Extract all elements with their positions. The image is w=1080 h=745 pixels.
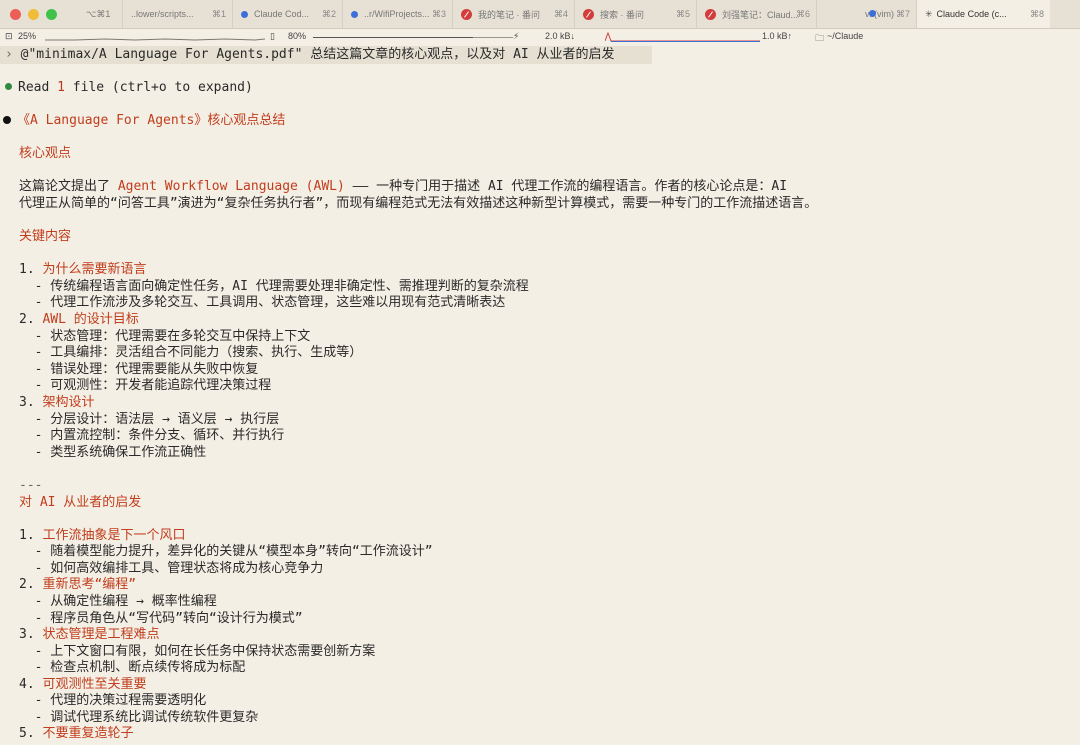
activity-dot-icon: [241, 10, 248, 18]
user-prompt: › @"minimax/A Language For Agents.pdf" 总…: [5, 47, 615, 62]
cpu-icon: ⊡: [5, 31, 13, 41]
key-item-2: 2. AWL 的设计目标: [19, 312, 139, 327]
intro-line-1: 这篇论文提出了 Agent Workflow Language (AWL) ——…: [19, 179, 788, 194]
tab-bar: ⌥⌘1 ..lower/scripts... ⌘1 Claude Cod... …: [0, 0, 1080, 29]
list-item: - 检查点机制、断点续传将成为标配: [19, 660, 246, 675]
tab-vim[interactable]: vi (vim) ⌘7: [817, 0, 917, 28]
tab-wifi-projects[interactable]: ..r/WifiProjects... ⌘3: [343, 0, 453, 28]
close-button[interactable]: [10, 8, 21, 20]
list-item: - 类型系统确保工作流正确性: [19, 445, 207, 460]
status-bar: ⊡ 25% ▯ 80% ⚡ 2.0 kB↓ 1.0 kB↑ 🗀 ~/Claude: [0, 29, 1080, 44]
tab-liu-notes[interactable]: 刘强笔记：Claud... ⌘6: [697, 0, 817, 28]
list-item: - 从确定性编程 → 概率性编程: [19, 594, 217, 609]
key-item-3: 3. 架构设计: [19, 395, 95, 410]
insight-item-4: 4. 可观测性至关重要: [19, 677, 147, 692]
list-item: - 工具编排：灵活组合不同能力（搜索、执行、生成等）: [19, 345, 363, 360]
activity-dot-icon: [351, 10, 358, 18]
cpu-usage: 25%: [18, 31, 37, 41]
section-core-points: 核心观点: [19, 146, 72, 161]
status-dot-icon: [5, 83, 12, 90]
terminal-window: ⌥⌘1 ..lower/scripts... ⌘1 Claude Cod... …: [0, 0, 1080, 745]
asterisk-icon: ✳: [925, 8, 933, 19]
separator: ---: [19, 478, 43, 493]
section-insights: 对 AI 从业者的启发: [19, 495, 142, 510]
zoom-button[interactable]: [46, 8, 57, 20]
list-item: - 随着模型能力提升，差异化的关键从“模型本身”转向“工作流设计”: [19, 544, 433, 559]
insight-item-2: 2. 重新思考“编程”: [19, 577, 137, 592]
insight-item-5: 5. 不要重复造轮子: [19, 726, 134, 741]
tool-read-line[interactable]: Read 1 file (ctrl+o to expand): [5, 79, 253, 96]
tab-search[interactable]: 搜索 · 番问 ⌘5: [575, 0, 697, 28]
network-up: 1.0 kB↑: [762, 31, 793, 41]
cpu-sparkline: [45, 38, 265, 41]
list-item: - 调试代理系统比调试传统软件更复杂: [19, 710, 259, 725]
memory-usage: 80%: [288, 31, 307, 41]
section-key-content: 关键内容: [19, 229, 72, 244]
intro-line-2: 代理正从简单的“问答工具”演进为“复杂任务执行者”，而现有编程范式无法有效描述这…: [19, 196, 818, 211]
list-item: - 如何高效编排工具、管理状态将成为核心竞争力: [19, 561, 324, 576]
list-item: - 错误处理：代理需要能从失败中恢复: [19, 362, 259, 377]
list-item: - 代理的决策过程需要透明化: [19, 693, 207, 708]
response-dot-icon: [3, 115, 11, 124]
folder-icon: 🗀: [815, 33, 825, 43]
list-item: - 传统编程语言面向确定性任务，AI 代理需要处理非确定性、需推理判断的复杂流程: [19, 279, 529, 294]
response-title: 《A Language For Agents》核心观点总结: [3, 112, 285, 129]
insight-item-3: 3. 状态管理是工程难点: [19, 627, 160, 642]
current-path: ~/Claude: [827, 31, 864, 41]
tab-scripts[interactable]: ..lower/scripts... ⌘1: [123, 0, 233, 28]
tab-hotkey[interactable]: ⌥⌘1: [78, 0, 123, 28]
lightning-icon: ⚡: [513, 31, 520, 41]
no-entry-icon: [705, 8, 716, 20]
network-sparkline: [605, 31, 760, 42]
tab-claude-code-active[interactable]: ✳ Claude Code (c... ⌘8: [917, 0, 1050, 28]
minimize-button[interactable]: [28, 8, 39, 20]
no-entry-icon: [461, 8, 472, 20]
window-controls: [0, 8, 78, 20]
insight-item-1: 1. 工作流抽象是下一个风口: [19, 528, 186, 543]
no-entry-icon: [583, 8, 594, 20]
tab-claude-code-2[interactable]: Claude Cod... ⌘2: [233, 0, 343, 28]
key-item-1: 1. 为什么需要新语言: [19, 262, 147, 277]
tab-my-notes[interactable]: 我的笔记 · 番问 ⌘4: [453, 0, 575, 28]
activity-dot-icon: [869, 10, 876, 17]
list-item: - 内置流控制：条件分支、循环、并行执行: [19, 428, 285, 443]
memory-icon: ▯: [270, 31, 275, 41]
list-item: - 分层设计：语法层 → 语义层 → 执行层: [19, 412, 280, 427]
list-item: - 代理工作流涉及多轮交互、工具调用、状态管理，这些难以用现有范式清晰表达: [19, 295, 506, 310]
network-down: 2.0 kB↓: [545, 31, 576, 41]
memory-bar-fill: [313, 37, 473, 38]
list-item: - 上下文窗口有限，如何在长任务中保持状态需要创新方案: [19, 644, 376, 659]
list-item: - 可观测性：开发者能追踪代理决策过程: [19, 378, 272, 393]
list-item: - 状态管理：代理需要在多轮交互中保持上下文: [19, 329, 311, 344]
list-item: - 程序员角色从“写代码”转向“设计行为模式”: [19, 611, 303, 626]
